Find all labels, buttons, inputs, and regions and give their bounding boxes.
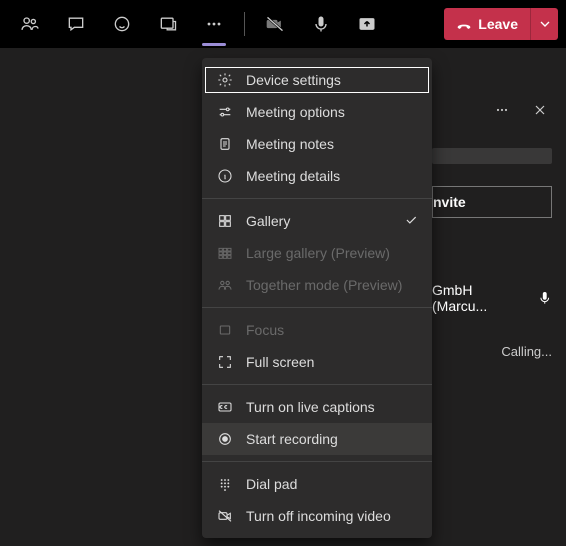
- focus-icon: [216, 321, 234, 339]
- invite-label: nvite: [433, 194, 466, 210]
- check-icon: [404, 213, 418, 230]
- breakout-rooms-icon: [158, 14, 178, 34]
- chevron-down-icon: [537, 16, 553, 32]
- menu-turn-off-incoming-video[interactable]: Turn off incoming video: [202, 500, 432, 532]
- menu-focus: Focus: [202, 314, 432, 346]
- menu-label: Meeting options: [246, 104, 345, 120]
- incoming-video-off-icon: [216, 507, 234, 525]
- record-icon: [216, 430, 234, 448]
- menu-separator: [202, 461, 432, 462]
- info-icon: [216, 167, 234, 185]
- leave-label: Leave: [478, 16, 518, 32]
- more-actions-menu: Device settings Meeting options Meeting …: [202, 58, 432, 538]
- large-gallery-icon: [216, 244, 234, 262]
- participant-name: GmbH (Marcu...: [432, 282, 529, 314]
- menu-separator: [202, 307, 432, 308]
- sliders-icon: [216, 103, 234, 121]
- meeting-toolbar: Leave: [0, 0, 566, 48]
- menu-dial-pad[interactable]: Dial pad: [202, 468, 432, 500]
- menu-label: Meeting notes: [246, 136, 334, 152]
- menu-start-recording[interactable]: Start recording: [202, 423, 432, 455]
- menu-device-settings[interactable]: Device settings: [202, 64, 432, 96]
- toolbar-divider: [244, 12, 245, 36]
- leave-button[interactable]: Leave: [444, 8, 530, 40]
- share-invite-box[interactable]: nvite: [432, 186, 552, 218]
- panel-close-button[interactable]: [528, 98, 552, 122]
- menu-full-screen[interactable]: Full screen: [202, 346, 432, 378]
- menu-label: Dial pad: [246, 476, 297, 492]
- menu-meeting-details[interactable]: Meeting details: [202, 160, 432, 192]
- panel-header-actions: [490, 98, 552, 122]
- gallery-icon: [216, 212, 234, 230]
- panel-bar: [432, 148, 552, 164]
- more-icon: [204, 14, 224, 34]
- menu-together-mode: Together mode (Preview): [202, 269, 432, 301]
- captions-icon: [216, 398, 234, 416]
- menu-label: Meeting details: [246, 168, 340, 184]
- call-status: Calling...: [501, 344, 552, 359]
- menu-meeting-notes[interactable]: Meeting notes: [202, 128, 432, 160]
- menu-label: Turn on live captions: [246, 399, 375, 415]
- fullscreen-icon: [216, 353, 234, 371]
- share-button[interactable]: [345, 2, 389, 46]
- menu-gallery[interactable]: Gallery: [202, 205, 432, 237]
- participant-row[interactable]: GmbH (Marcu...: [432, 282, 552, 314]
- chat-button[interactable]: [54, 2, 98, 46]
- menu-label: Device settings: [246, 72, 341, 88]
- menu-label: Large gallery (Preview): [246, 245, 390, 261]
- leave-caret-button[interactable]: [530, 8, 558, 40]
- share-screen-icon: [357, 14, 377, 34]
- notes-icon: [216, 135, 234, 153]
- reactions-button[interactable]: [100, 2, 144, 46]
- menu-label: Together mode (Preview): [246, 277, 402, 293]
- gear-icon: [216, 71, 234, 89]
- rooms-button[interactable]: [146, 2, 190, 46]
- chat-icon: [66, 14, 86, 34]
- camera-off-icon: [265, 14, 285, 34]
- people-icon: [20, 14, 40, 34]
- close-icon: [532, 102, 548, 118]
- menu-separator: [202, 198, 432, 199]
- menu-label: Start recording: [246, 431, 338, 447]
- menu-label: Full screen: [246, 354, 314, 370]
- mic-button[interactable]: [299, 2, 343, 46]
- menu-label: Turn off incoming video: [246, 508, 391, 524]
- menu-separator: [202, 384, 432, 385]
- camera-button[interactable]: [253, 2, 297, 46]
- more-icon: [494, 102, 510, 118]
- menu-label: Gallery: [246, 213, 290, 229]
- together-icon: [216, 276, 234, 294]
- more-actions-button[interactable]: [192, 2, 236, 46]
- menu-label: Focus: [246, 322, 284, 338]
- mic-icon: [537, 290, 553, 306]
- raise-hand-icon: [112, 14, 132, 34]
- hangup-icon: [456, 16, 472, 32]
- menu-live-captions[interactable]: Turn on live captions: [202, 391, 432, 423]
- dialpad-icon: [216, 475, 234, 493]
- mic-icon: [311, 14, 331, 34]
- leave-group: Leave: [444, 8, 558, 40]
- menu-large-gallery: Large gallery (Preview): [202, 237, 432, 269]
- people-button[interactable]: [8, 2, 52, 46]
- panel-more-button[interactable]: [490, 98, 514, 122]
- menu-meeting-options[interactable]: Meeting options: [202, 96, 432, 128]
